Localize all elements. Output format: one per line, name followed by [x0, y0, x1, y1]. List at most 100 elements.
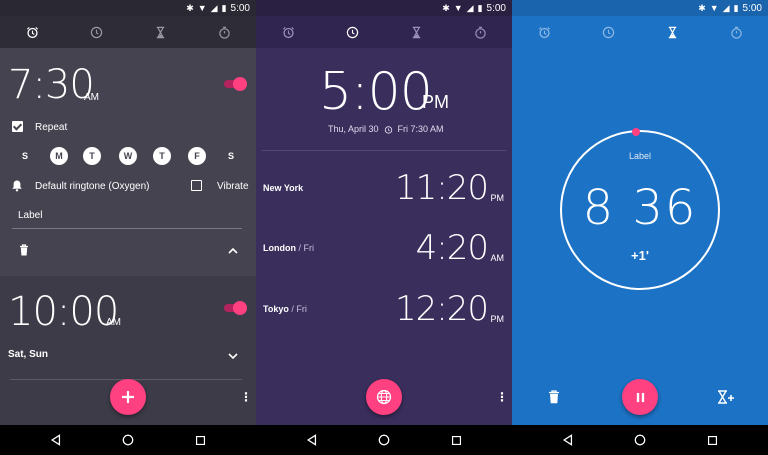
toggle-knob [233, 77, 247, 91]
back-icon [306, 434, 317, 446]
date-line: Thu, April 30 Fri 7:30 AM [328, 124, 444, 134]
city-ampm: PM [490, 193, 505, 203]
city-time: 4:20 [415, 228, 489, 268]
overflow-menu-icon[interactable]: ⋮ [496, 391, 508, 403]
chevron-down-icon[interactable] [228, 353, 238, 360]
clock-icon [90, 26, 102, 38]
tab-timer[interactable] [384, 16, 448, 48]
recents-button[interactable] [704, 432, 720, 448]
pause-icon [636, 392, 644, 402]
tab-timer[interactable] [640, 16, 704, 48]
city-time: 11:20 [395, 168, 489, 208]
add-city-button[interactable] [366, 379, 402, 415]
alarm2-days: Sat, Sun [8, 349, 49, 360]
city-ampm: AM [490, 253, 505, 263]
wifi-icon: ▼ [453, 2, 463, 13]
day-tuesday[interactable]: T [83, 147, 101, 165]
back-button[interactable] [304, 432, 320, 448]
status-bar: ✱ ▼ ◢ ▮ 5:00 [512, 0, 768, 16]
alarm2-ampm: AM [106, 317, 121, 328]
label-underline [12, 228, 242, 229]
delete-icon[interactable] [19, 244, 29, 256]
bluetooth-icon: ✱ [186, 2, 194, 13]
navigation-bar [0, 425, 768, 455]
tab-bar [256, 16, 512, 48]
recents-icon [451, 435, 461, 445]
add-minute-button[interactable]: +1' [512, 248, 768, 263]
next-alarm: Fri 7:30 AM [397, 124, 444, 134]
vibrate-checkbox[interactable] [191, 180, 202, 191]
city-label: Tokyo [263, 304, 289, 314]
overflow-menu-icon[interactable]: ⋮ [240, 391, 252, 403]
alarm-clock-icon [26, 26, 38, 38]
toggle-knob [233, 301, 247, 315]
tab-stopwatch[interactable] [704, 16, 768, 48]
back-icon [50, 434, 61, 446]
recents-button[interactable] [448, 432, 464, 448]
home-icon [378, 434, 390, 446]
main-clock-time: 5:00 [319, 62, 433, 122]
stopwatch-icon [218, 26, 230, 39]
repeat-checkbox[interactable] [12, 121, 23, 132]
tab-alarm[interactable] [0, 16, 64, 48]
alarm2-time[interactable]: 10:00 [8, 289, 119, 335]
hourglass-icon [412, 26, 420, 38]
repeat-label: Repeat [35, 122, 68, 133]
stopwatch-icon [474, 26, 486, 39]
home-icon [634, 434, 646, 446]
home-icon [122, 434, 134, 446]
add-timer-icon[interactable] [717, 390, 735, 404]
battery-icon: ▮ [733, 2, 739, 13]
tab-clock[interactable] [320, 16, 384, 48]
pause-button[interactable] [622, 379, 658, 415]
tab-timer[interactable] [128, 16, 192, 48]
clock-screen: ✱ ▼ ◢ ▮ 5:00 5:00 PM Thu, April 30 Fri 7… [256, 0, 512, 425]
alarm-toggle[interactable] [224, 77, 247, 91]
chevron-up-icon[interactable] [228, 247, 238, 254]
back-button[interactable] [48, 432, 64, 448]
city-name: London / Fri [263, 243, 314, 253]
recents-button[interactable] [192, 432, 208, 448]
city-name: Tokyo / Fri [263, 304, 307, 314]
day-sunday[interactable]: S [16, 147, 34, 165]
status-bar: ✱ ▼ ◢ ▮ 5:00 [256, 0, 512, 16]
tab-bar [512, 16, 768, 48]
clock-icon [602, 26, 614, 38]
day-monday[interactable]: M [50, 147, 68, 165]
hourglass-icon [156, 26, 164, 38]
delete-icon[interactable] [548, 390, 560, 404]
day-wednesday[interactable]: W [119, 147, 137, 165]
label-field[interactable]: Label [18, 210, 42, 221]
signal-icon: ◢ [466, 2, 474, 13]
tab-alarm[interactable] [256, 16, 320, 48]
timer-remaining: 8 36 [582, 180, 698, 236]
current-date: Thu, April 30 [328, 124, 379, 134]
home-button[interactable] [120, 432, 136, 448]
vibrate-label: Vibrate [217, 181, 249, 192]
city-time: 12:20 [395, 289, 489, 329]
home-button[interactable] [376, 432, 392, 448]
add-alarm-button[interactable] [110, 379, 146, 415]
day-friday[interactable]: F [188, 147, 206, 165]
alarm2-toggle[interactable] [224, 301, 247, 315]
tab-stopwatch[interactable] [192, 16, 256, 48]
city-label: London [263, 243, 296, 253]
day-saturday[interactable]: S [222, 147, 240, 165]
home-button[interactable] [632, 432, 648, 448]
day-thursday[interactable]: T [153, 147, 171, 165]
tab-stopwatch[interactable] [448, 16, 512, 48]
alarm-screen: ✱ ▼ ◢ ▮ 5:00 7:30 AM Repeat S M T W T F … [0, 0, 256, 425]
tab-clock[interactable] [64, 16, 128, 48]
alarm-time[interactable]: 7:30 [8, 62, 95, 108]
hourglass-icon [668, 26, 676, 38]
globe-icon [376, 389, 392, 405]
tab-clock[interactable] [576, 16, 640, 48]
bluetooth-icon: ✱ [698, 2, 706, 13]
timer-label[interactable]: Label [512, 151, 768, 161]
status-bar: ✱ ▼ ◢ ▮ 5:00 [0, 0, 256, 16]
back-button[interactable] [560, 432, 576, 448]
ringtone-name[interactable]: Default ringtone (Oxygen) [35, 181, 150, 192]
alarm-card-expanded[interactable]: 7:30 AM Repeat S M T W T F S Default rin… [0, 48, 256, 276]
back-icon [562, 434, 573, 446]
tab-alarm[interactable] [512, 16, 576, 48]
